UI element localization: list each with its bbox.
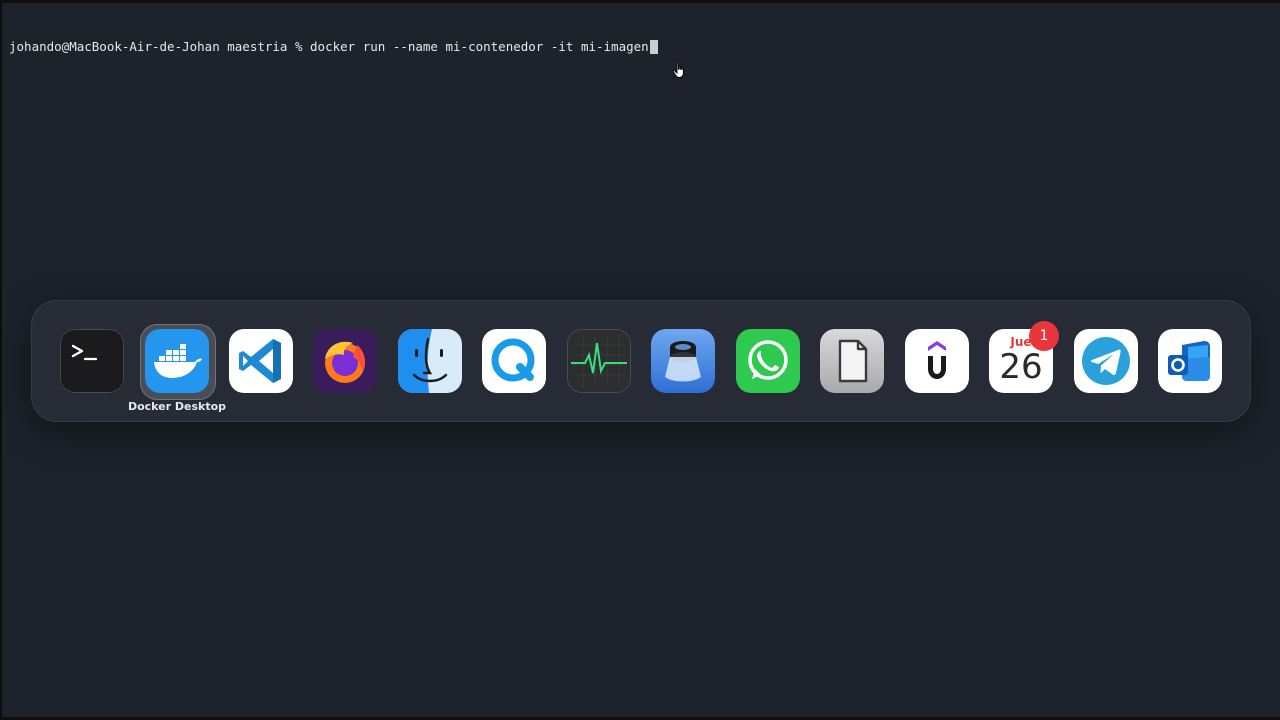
app-activity-monitor[interactable]	[567, 329, 631, 393]
calendar-day-number: 26	[999, 347, 1043, 387]
app-firefox[interactable]	[313, 329, 377, 393]
hand-pointer-icon	[672, 61, 684, 78]
app-switcher: Docker Desktop Jue 26 1	[31, 300, 1251, 422]
app-finder[interactable]	[398, 329, 462, 393]
app-document-viewer[interactable]	[820, 329, 884, 393]
app-preview[interactable]	[651, 329, 715, 393]
app-telegram[interactable]	[1074, 329, 1138, 393]
telegram-icon	[1074, 329, 1138, 393]
desktop-screen: johando@MacBook-Air-de-Johan maestria % …	[0, 0, 1280, 720]
app-whatsapp[interactable]	[736, 329, 800, 393]
activity-monitor-icon	[567, 329, 631, 393]
app-terminal[interactable]	[60, 329, 124, 393]
app-vscode[interactable]	[229, 329, 293, 393]
preview-loupe-icon	[651, 329, 715, 393]
docker-whale-icon	[145, 329, 209, 393]
app-udemy[interactable]	[905, 329, 969, 393]
firefox-icon	[313, 329, 377, 393]
app-docker-desktop[interactable]	[145, 329, 209, 393]
udemy-icon	[905, 329, 969, 393]
outlook-icon	[1158, 329, 1222, 393]
vscode-icon	[229, 329, 293, 393]
quicktime-icon	[482, 329, 546, 393]
app-quicktime[interactable]	[482, 329, 546, 393]
text-cursor	[649, 40, 658, 54]
app-outlook[interactable]	[1158, 329, 1222, 393]
selected-app-label: Docker Desktop	[127, 400, 227, 413]
calendar-notification-badge: 1	[1029, 321, 1059, 351]
terminal-prompt-line[interactable]: johando@MacBook-Air-de-Johan maestria % …	[9, 39, 1260, 55]
terminal-command-text: johando@MacBook-Air-de-Johan maestria % …	[9, 39, 649, 54]
document-icon	[820, 329, 884, 393]
terminal-window[interactable]: johando@MacBook-Air-de-Johan maestria % …	[9, 7, 1260, 87]
terminal-icon	[60, 329, 124, 393]
whatsapp-icon	[736, 329, 800, 393]
finder-icon	[398, 329, 462, 393]
top-border	[0, 0, 1280, 3]
left-border	[0, 0, 2, 720]
